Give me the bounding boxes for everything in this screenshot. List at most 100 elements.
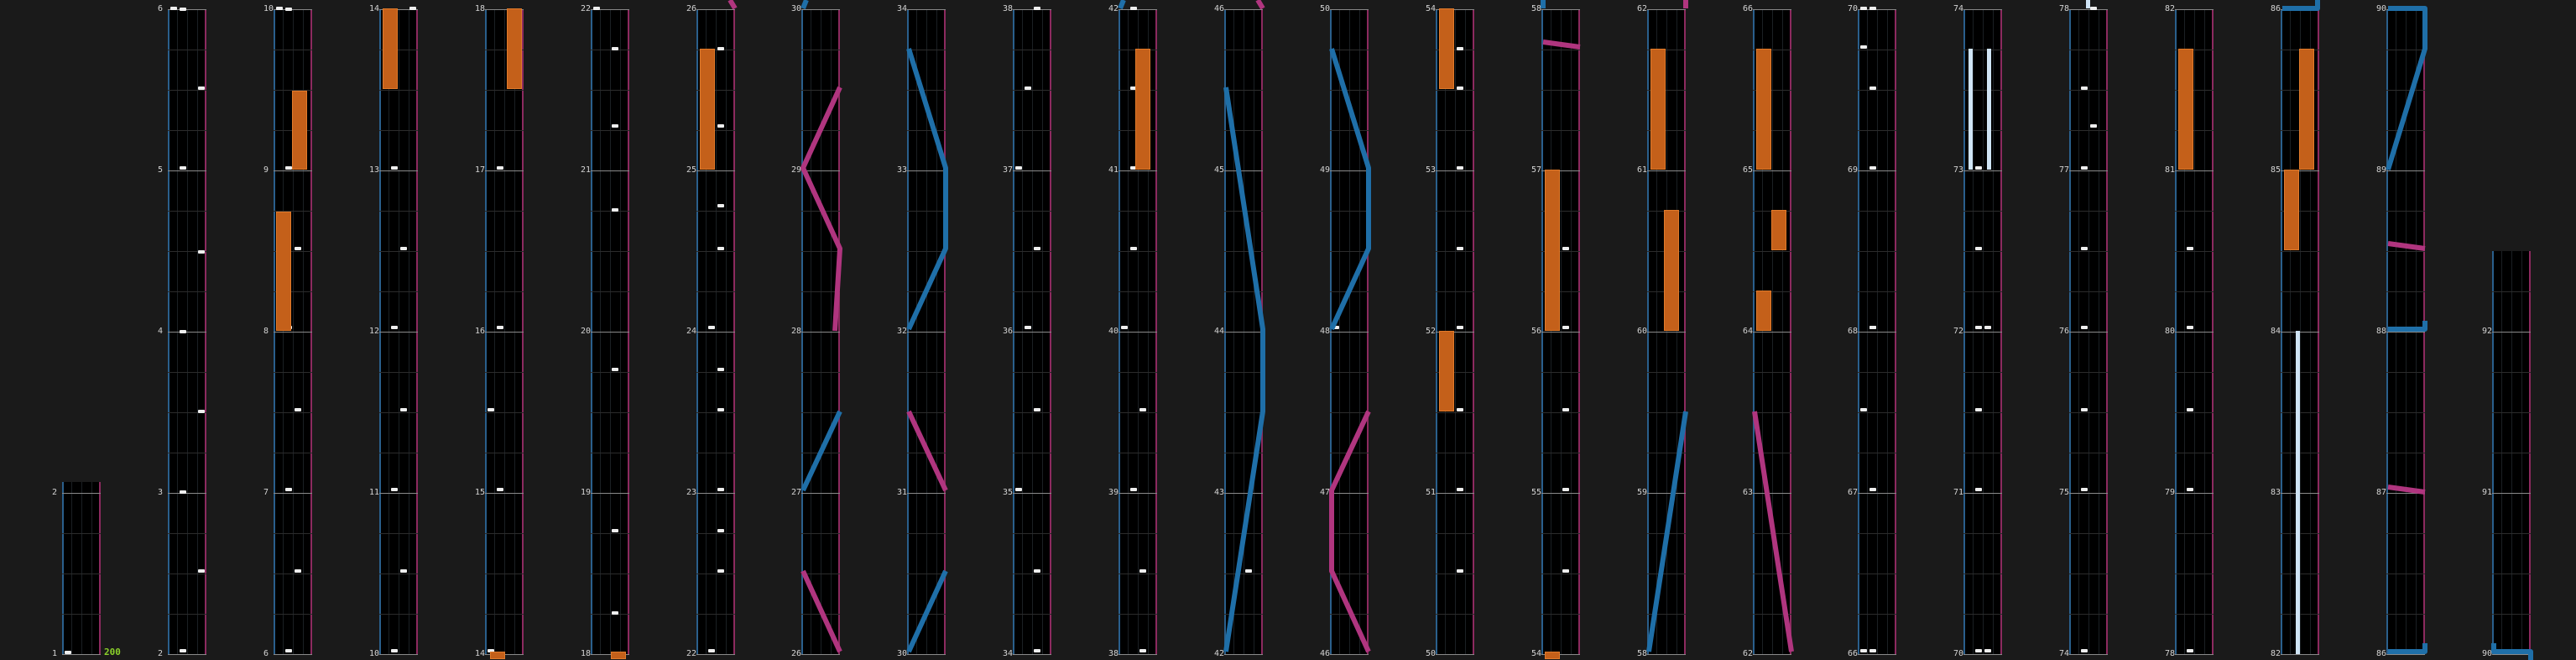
tap-note[interactable] [1025, 326, 1031, 329]
tap-note[interactable] [1457, 47, 1463, 50]
left-laser[interactable] [799, 0, 842, 660]
tap-note[interactable] [2187, 649, 2193, 652]
tap-note[interactable] [1034, 569, 1040, 573]
right-laser[interactable] [694, 0, 738, 660]
tap-note[interactable] [1975, 649, 1982, 652]
tap-note[interactable] [1034, 408, 1040, 411]
bt-hold-note[interactable] [1969, 49, 1973, 170]
tap-note[interactable] [612, 124, 618, 128]
tap-note[interactable] [1457, 326, 1463, 329]
tap-note[interactable] [180, 8, 186, 11]
tap-note[interactable] [2081, 166, 2088, 170]
right-laser[interactable] [1539, 0, 1583, 660]
chart-viewer[interactable]: 1 2 2 3 4 5 6 6 7 8 9 10 10 11 12 13 14 14 15 16 17 18 18 19 20 2… [0, 0, 2576, 660]
tap-note[interactable] [2090, 124, 2097, 128]
tap-note[interactable] [1457, 569, 1463, 573]
tap-note[interactable] [1975, 488, 1982, 491]
tap-note[interactable] [612, 611, 618, 615]
hold-note[interactable] [292, 91, 307, 170]
hold-note[interactable] [1439, 331, 1454, 411]
tap-note[interactable] [612, 529, 618, 532]
tap-note[interactable] [593, 7, 600, 10]
tap-note[interactable] [1984, 649, 1991, 652]
left-laser[interactable] [2384, 0, 2427, 660]
tap-note[interactable] [198, 250, 205, 254]
tap-note[interactable] [295, 569, 301, 573]
tap-note[interactable] [2090, 7, 2097, 10]
tap-note[interactable] [1984, 326, 1991, 329]
right-laser[interactable] [1222, 0, 1265, 660]
right-laser[interactable] [1645, 0, 1688, 660]
tap-note[interactable] [1034, 7, 1040, 10]
tap-note[interactable] [2187, 326, 2193, 329]
tap-note[interactable] [180, 490, 186, 494]
tap-note[interactable] [612, 368, 618, 371]
tap-note[interactable] [2187, 488, 2193, 491]
tap-note[interactable] [198, 410, 205, 413]
hold-note[interactable] [2178, 49, 2193, 170]
right-laser[interactable] [377, 0, 420, 660]
tap-note[interactable] [65, 651, 71, 654]
tap-note[interactable] [1457, 408, 1463, 411]
tap-note[interactable] [1975, 166, 1982, 170]
tap-note[interactable] [497, 326, 503, 329]
tap-note[interactable] [2081, 86, 2088, 90]
tap-note[interactable] [1860, 7, 1867, 10]
tap-note[interactable] [1869, 86, 1876, 90]
tap-note[interactable] [1869, 166, 1876, 170]
tap-note[interactable] [1975, 247, 1982, 250]
tap-note[interactable] [2081, 408, 2088, 411]
tap-note[interactable] [2081, 488, 2088, 491]
tap-note[interactable] [1457, 166, 1463, 170]
tap-note[interactable] [170, 7, 177, 10]
tap-note[interactable] [1860, 649, 1867, 652]
left-laser[interactable] [2490, 0, 2533, 660]
tap-note[interactable] [1015, 166, 1022, 170]
tap-note[interactable] [1869, 326, 1876, 329]
tap-note[interactable] [1015, 488, 1022, 491]
tap-note[interactable] [1457, 247, 1463, 250]
hold-note[interactable] [490, 652, 505, 659]
tap-note[interactable] [285, 649, 292, 652]
tap-note[interactable] [497, 488, 503, 491]
tap-note[interactable] [1975, 408, 1982, 411]
hold-note[interactable] [611, 652, 626, 659]
left-laser[interactable] [2278, 0, 2322, 660]
tap-note[interactable] [497, 166, 503, 170]
bt-hold-note[interactable] [1987, 49, 1991, 170]
tap-note[interactable] [1860, 408, 1867, 411]
tap-note[interactable] [1869, 7, 1876, 10]
tap-note[interactable] [2187, 408, 2193, 411]
hold-note[interactable] [507, 8, 522, 89]
bt-hold-note[interactable] [2086, 0, 2090, 8]
tap-note[interactable] [2081, 649, 2088, 652]
tap-note[interactable] [1457, 488, 1463, 491]
tap-note[interactable] [1034, 649, 1040, 652]
tap-note[interactable] [295, 408, 301, 411]
tap-note[interactable] [180, 649, 186, 652]
tap-note[interactable] [180, 330, 186, 333]
hold-note[interactable] [1439, 8, 1454, 89]
right-laser[interactable] [1327, 0, 1371, 660]
tap-note[interactable] [1975, 326, 1982, 329]
tap-note[interactable] [198, 86, 205, 90]
tap-note[interactable] [1034, 247, 1040, 250]
tap-note[interactable] [1869, 649, 1876, 652]
tap-note[interactable] [1457, 86, 1463, 90]
tap-note[interactable] [612, 208, 618, 212]
tap-note[interactable] [1869, 488, 1876, 491]
tap-note[interactable] [1025, 86, 1031, 90]
tap-note[interactable] [2187, 247, 2193, 250]
hold-note[interactable] [276, 212, 291, 331]
tap-note[interactable] [285, 166, 292, 170]
tap-note[interactable] [1860, 45, 1867, 49]
left-laser[interactable] [1116, 0, 1160, 660]
right-laser[interactable] [1750, 0, 1794, 660]
tap-note[interactable] [180, 166, 186, 170]
tap-note[interactable] [2081, 247, 2088, 250]
tap-note[interactable] [198, 569, 205, 573]
left-laser[interactable] [905, 0, 948, 660]
tap-note[interactable] [285, 488, 292, 491]
tap-note[interactable] [285, 8, 292, 11]
tap-note[interactable] [276, 7, 283, 10]
